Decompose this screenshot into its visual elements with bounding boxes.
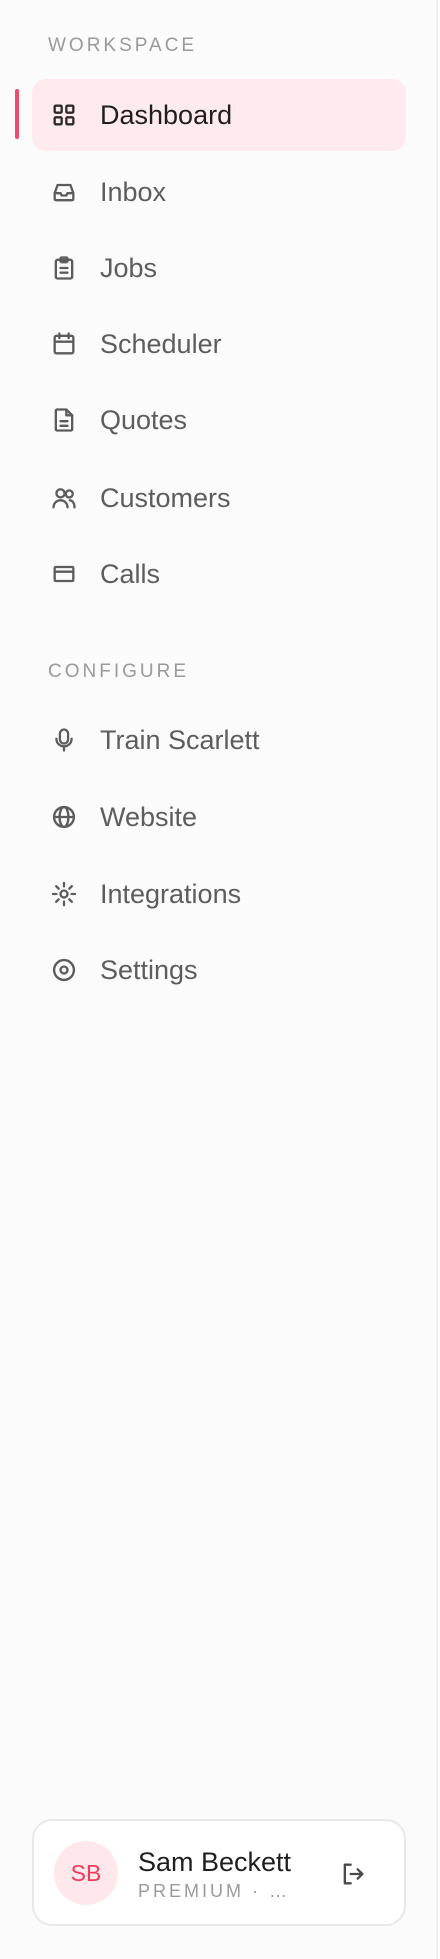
workspace-section-label: WORKSPACE (48, 35, 198, 56)
nav-item-quotes[interactable]: Quotes (32, 384, 406, 456)
nav-label-calls: Calls (100, 558, 161, 589)
user-plan: PREMIUM · S... (138, 1882, 298, 1900)
clipboard-icon (50, 254, 78, 282)
users-icon (50, 484, 78, 512)
nav-label-dashboard: Dashboard (100, 99, 233, 130)
nav-item-settings[interactable]: Settings (32, 934, 406, 1006)
logout-button[interactable] (338, 1859, 368, 1889)
nav-item-dashboard[interactable]: Dashboard (32, 79, 406, 151)
sun-icon (50, 880, 78, 908)
document-icon (50, 406, 78, 434)
nav-item-train-scarlett[interactable]: Train Scarlett (32, 704, 406, 776)
calendar-icon (50, 330, 78, 358)
nav-label-website: Website (100, 801, 198, 832)
logout-icon (343, 1863, 364, 1885)
globe-icon (50, 803, 78, 831)
nav-label-inbox: Inbox (100, 176, 167, 207)
nav-label-settings: Settings (100, 954, 198, 985)
active-indicator (15, 89, 19, 139)
target-icon (50, 956, 78, 984)
nav-item-customers[interactable]: Customers (32, 462, 406, 534)
avatar: SB (54, 1841, 118, 1905)
microphone-icon (50, 726, 78, 754)
user-profile-card[interactable]: SB Sam Beckett PREMIUM · S... (32, 1819, 406, 1926)
nav-label-quotes: Quotes (100, 404, 188, 435)
nav-item-scheduler[interactable]: Scheduler (32, 308, 406, 380)
user-name: Sam Beckett (138, 1847, 292, 1877)
nav-label-jobs: Jobs (100, 252, 158, 283)
nav-label-customers: Customers (100, 482, 231, 513)
inbox-icon (50, 178, 78, 206)
nav-item-jobs[interactable]: Jobs (32, 232, 406, 304)
sidebar: WORKSPACE Dashboard Inbox Jobs Scheduler… (0, 0, 438, 1959)
grid-icon (50, 101, 78, 129)
nav-label-integrations: Integrations (100, 878, 242, 909)
nav-label-train-scarlett: Train Scarlett (100, 724, 260, 755)
nav-item-website[interactable]: Website (32, 781, 406, 853)
nav-item-inbox[interactable]: Inbox (32, 156, 406, 228)
nav-item-integrations[interactable]: Integrations (32, 858, 406, 930)
configure-section-label: CONFIGURE (48, 661, 189, 682)
nav-label-scheduler: Scheduler (100, 328, 222, 359)
card-icon (50, 560, 78, 588)
nav-item-calls[interactable]: Calls (32, 538, 406, 610)
